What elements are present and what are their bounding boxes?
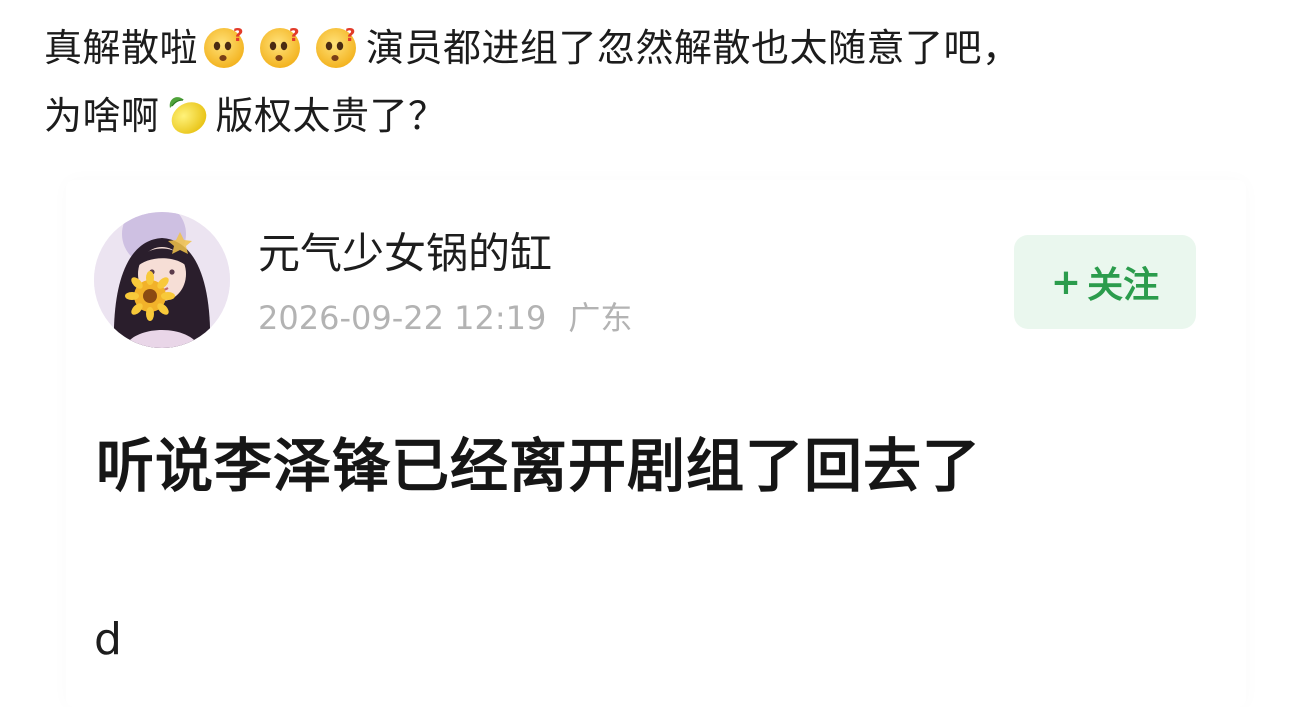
post-text-segment: 版权太贵了？	[215, 94, 447, 138]
post-meta: 2026-09-22 12:19 广东	[258, 296, 632, 340]
follow-button-label: 关注	[1087, 265, 1160, 306]
lemon-icon	[164, 92, 210, 138]
confused-face-icon: ?	[258, 24, 304, 70]
svg-text:?: ?	[345, 25, 356, 46]
confused-face-icon: ?	[314, 24, 360, 70]
stray-text: d	[94, 614, 122, 665]
post-text-segment: 为啥啊	[44, 94, 160, 138]
plus-icon: +	[1050, 261, 1082, 303]
post-text-segment: 真解散啦	[44, 26, 199, 70]
screenshot-headline: 听说李泽锋已经离开剧组了回去了	[96, 432, 982, 500]
post-location: 广东	[568, 299, 633, 337]
follow-button[interactable]: + 关注	[1014, 235, 1196, 329]
username[interactable]: 元气少女锅的缸	[258, 226, 552, 282]
avatar[interactable]	[94, 212, 230, 348]
weibo-post: 真解散啦??? 演员都进组了忽然解散也太随意了吧， 为啥啊 版权太贵了？ 元气少…	[0, 0, 1290, 707]
post-datetime: 2026-09-22 12:19	[258, 299, 547, 337]
post-line-1: 真解散啦??? 演员都进组了忽然解散也太随意了吧，	[44, 14, 1254, 82]
post-text: 真解散啦??? 演员都进组了忽然解散也太随意了吧， 为啥啊 版权太贵了？	[44, 14, 1254, 150]
post-line-2: 为啥啊 版权太贵了？	[44, 82, 1254, 150]
svg-text:?: ?	[289, 25, 300, 46]
confused-face-icon: ?	[202, 24, 248, 70]
svg-text:?: ?	[233, 25, 244, 46]
post-text-segment: 演员都进组了忽然解散也太随意了吧，	[366, 26, 1021, 70]
